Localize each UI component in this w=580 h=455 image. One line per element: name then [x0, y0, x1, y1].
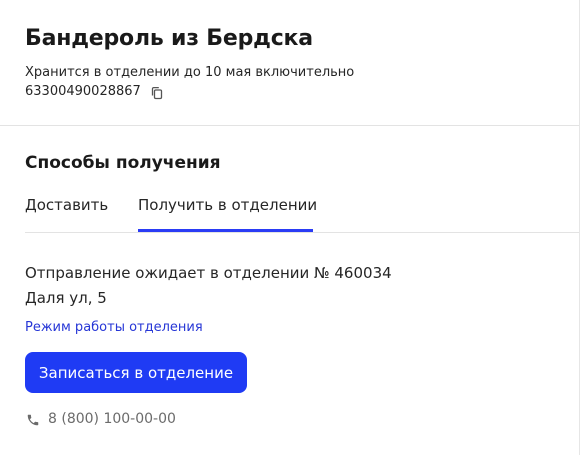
copy-icon[interactable]	[150, 85, 164, 99]
header-divider	[0, 125, 579, 126]
tabs-divider	[25, 232, 579, 233]
parcel-title: Бандероль из Бердска	[25, 26, 313, 51]
phone-icon	[26, 412, 40, 426]
office-hours-link[interactable]: Режим работы отделения	[25, 320, 203, 335]
tracking-number: 63300490028867	[25, 84, 141, 99]
book-office-visit-button[interactable]: Записаться в отделение	[25, 352, 247, 393]
office-address: Даля ул, 5	[25, 289, 107, 307]
tracking-row: 63300490028867	[25, 84, 164, 99]
awaiting-at-office-text: Отправление ожидает в отделении № 460034	[25, 264, 392, 282]
receiving-tabs: Доставить Получить в отделении	[25, 187, 579, 233]
storage-info: Хранится в отделении до 10 мая включител…	[25, 65, 355, 80]
phone-row: 8 (800) 100-00-00	[26, 411, 176, 427]
tab-deliver[interactable]: Доставить	[25, 196, 108, 214]
receiving-methods-title: Способы получения	[25, 153, 221, 173]
tab-pickup-at-office[interactable]: Получить в отделении	[138, 196, 317, 214]
office-phone: 8 (800) 100-00-00	[48, 411, 176, 427]
